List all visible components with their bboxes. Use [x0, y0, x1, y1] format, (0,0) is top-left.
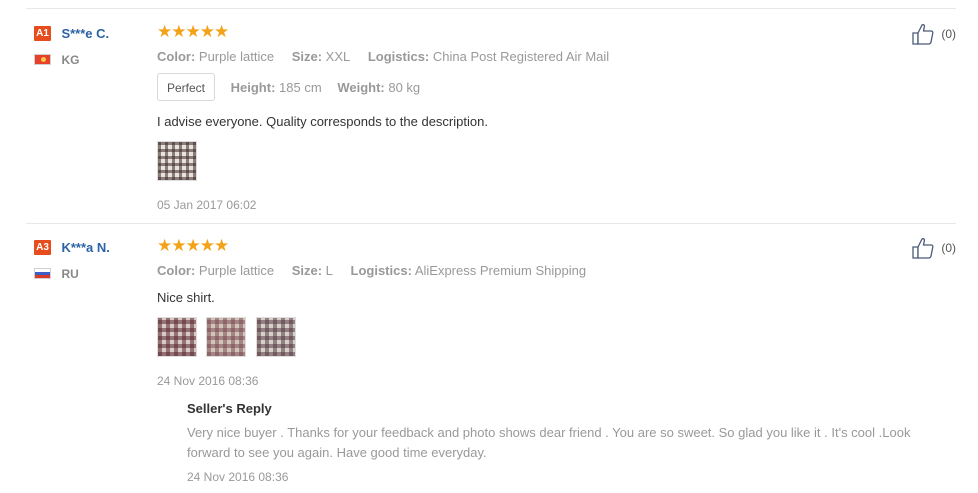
seller-reply-text: Very nice buyer . Thanks for your feedba…: [187, 425, 911, 460]
logistics-label: Logistics:: [350, 263, 412, 278]
size-label: Size:: [291, 49, 323, 64]
color-value: Purple lattice: [198, 49, 275, 64]
review-photo-thumbnail[interactable]: [206, 317, 247, 357]
logistics-value: AliExpress Premium Shipping: [414, 263, 587, 278]
review-text: Nice shirt.: [157, 290, 215, 305]
review-content: ★★★★★ Color: Purple lattice Size: L Logi…: [157, 236, 910, 485]
order-attributes: Color: Purple lattice Size: XXL Logistic…: [157, 49, 837, 65]
color-value: Purple lattice: [198, 263, 275, 278]
review-photo-thumbnail[interactable]: [255, 317, 296, 357]
review-item: A3 K***a N. RU ★★★★★ Color: Purple latti…: [26, 223, 956, 493]
reviewer-name: S***e C.: [61, 26, 110, 42]
review-photos: [157, 317, 837, 359]
size-value: XXL: [325, 49, 351, 64]
thumbs-up-icon: [912, 238, 934, 259]
reviewer-country: KG: [34, 51, 154, 67]
star-rating: ★★★★★: [157, 236, 229, 255]
fit-tag: Perfect: [157, 73, 216, 101]
height-label: Height:: [230, 80, 276, 95]
order-attributes: Color: Purple lattice Size: L Logistics:…: [157, 263, 837, 279]
reviewer-country: RU: [34, 265, 154, 281]
review-item: A1 S***e C. KG ★★★★★ Color: Purple latti…: [26, 8, 956, 224]
seller-reply-date: 24 Nov 2016 08:36: [187, 470, 289, 484]
logistics-value: China Post Registered Air Mail: [432, 49, 610, 64]
weight-label: Weight:: [337, 80, 385, 95]
fit-info: Perfect Height: 185 cm Weight: 80 kg: [157, 73, 837, 101]
logistics-label: Logistics:: [367, 49, 430, 64]
star-rating: ★★★★★: [157, 22, 229, 41]
review-date: 24 Nov 2016 08:36: [157, 374, 259, 388]
color-label: Color:: [157, 49, 196, 64]
color-label: Color:: [157, 263, 196, 278]
reviewer-info: A3 K***a N. RU: [34, 239, 154, 281]
helpful-count: (0): [941, 27, 956, 41]
flag-ru-icon: [34, 268, 51, 280]
weight-value: 80 kg: [388, 80, 421, 95]
buyer-level-badge: A3: [34, 240, 51, 256]
thumbs-up-icon: [912, 24, 934, 45]
review-text: I advise everyone. Quality corresponds t…: [157, 114, 488, 129]
buyer-level-badge: A1: [34, 26, 51, 42]
flag-kg-icon: [34, 54, 51, 66]
review-date: 05 Jan 2017 06:02: [157, 198, 257, 212]
helpful-button[interactable]: (0): [911, 237, 956, 259]
review-photo-thumbnail[interactable]: [157, 141, 197, 181]
reviewer-name: K***a N.: [61, 240, 110, 256]
review-content: ★★★★★ Color: Purple lattice Size: XXL Lo…: [157, 23, 837, 213]
seller-reply-title: Seller's Reply: [187, 401, 272, 416]
reviewer-info: A1 S***e C. KG: [34, 25, 154, 67]
size-label: Size:: [291, 263, 323, 278]
country-code: KG: [61, 52, 80, 67]
helpful-button[interactable]: (0): [911, 23, 956, 45]
review-photos: [157, 141, 837, 183]
review-photo-thumbnail[interactable]: [157, 317, 197, 357]
helpful-count: (0): [941, 241, 956, 255]
country-code: RU: [61, 266, 79, 281]
seller-reply: Seller's Reply Very nice buyer . Thanks …: [187, 401, 947, 485]
height-value: 185 cm: [279, 80, 322, 95]
size-value: L: [325, 263, 333, 278]
